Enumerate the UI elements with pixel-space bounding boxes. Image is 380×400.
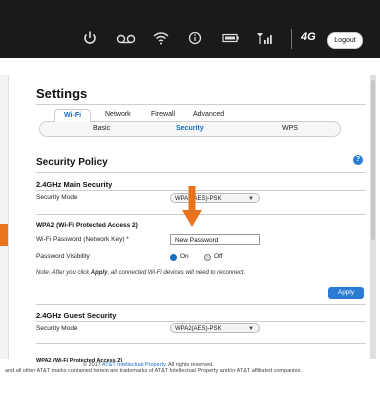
- subtab-basic[interactable]: Basic: [93, 125, 110, 132]
- topbar-divider: [291, 29, 292, 49]
- battery-icon[interactable]: [221, 28, 241, 48]
- password-visibility-label: Password Visibility: [36, 253, 90, 260]
- page-title: Settings: [36, 86, 88, 101]
- guest-security-divider: [36, 321, 366, 322]
- apply-button[interactable]: Apply: [328, 287, 364, 299]
- note-prefix: Note: After you click: [36, 270, 91, 276]
- reconnect-note: Note: After you click Apply, all connect…: [36, 270, 346, 276]
- logout-button[interactable]: Logout: [327, 32, 363, 49]
- tab-advanced[interactable]: Advanced: [193, 111, 224, 118]
- tab-wifi[interactable]: Wi-Fi: [54, 109, 92, 122]
- chevron-down-icon: ▼: [248, 196, 254, 202]
- guest-wpa-divider: [36, 343, 366, 344]
- network-type-badge: 4G: [301, 31, 316, 43]
- guest-security-heading: 2.4GHz Guest Security: [36, 311, 117, 320]
- note-suffix: , all connected Wi-Fi devices will need …: [107, 270, 246, 276]
- info-icon[interactable]: [185, 28, 205, 48]
- visibility-off-label: Off: [214, 253, 223, 260]
- subtab-wps[interactable]: WPS: [282, 125, 298, 132]
- power-icon[interactable]: [80, 28, 100, 48]
- left-panel-edge: [0, 75, 8, 365]
- visibility-on-radio[interactable]: [170, 254, 177, 261]
- orange-arrow-annotation: [181, 186, 203, 233]
- title-divider: [36, 104, 366, 105]
- guest-security-mode-label: Security Mode: [36, 325, 78, 332]
- guest-divider-top: [36, 304, 366, 305]
- visibility-on-label: On: [180, 253, 189, 260]
- chevron-down-icon: ▼: [248, 326, 254, 332]
- wifi-password-input[interactable]: New Password: [170, 234, 260, 245]
- subtab-security[interactable]: Security: [176, 125, 204, 132]
- guest-security-mode-value: WPA2(AES)-PSK: [175, 326, 222, 332]
- main-security-heading: 2.4GHz Main Security: [36, 180, 113, 189]
- scrollbar-thumb[interactable]: [371, 80, 375, 240]
- help-icon[interactable]: ?: [353, 155, 363, 165]
- tab-firewall[interactable]: Firewall: [151, 111, 175, 118]
- tab-network[interactable]: Network: [105, 111, 131, 118]
- section-divider: [36, 172, 366, 173]
- top-status-bar: 4G Logout: [0, 0, 380, 58]
- wifi-password-label: Wi-Fi Password (Network Key) *: [36, 236, 129, 243]
- guest-security-mode-select[interactable]: WPA2(AES)-PSK ▼: [170, 323, 260, 333]
- signal-bars-icon[interactable]: [255, 28, 275, 48]
- trademark-line: and all other AT&T marks contained herei…: [5, 368, 302, 374]
- note-apply-word: Apply: [90, 270, 108, 276]
- section-title: Security Policy: [36, 157, 108, 168]
- visibility-off-radio[interactable]: [204, 254, 211, 261]
- security-mode-label: Security Mode: [36, 194, 78, 201]
- voicemail-icon[interactable]: [115, 28, 137, 48]
- wifi-icon[interactable]: [151, 28, 171, 48]
- wpa2-heading: WPA2 (Wi-Fi Protected Access 2): [36, 222, 138, 229]
